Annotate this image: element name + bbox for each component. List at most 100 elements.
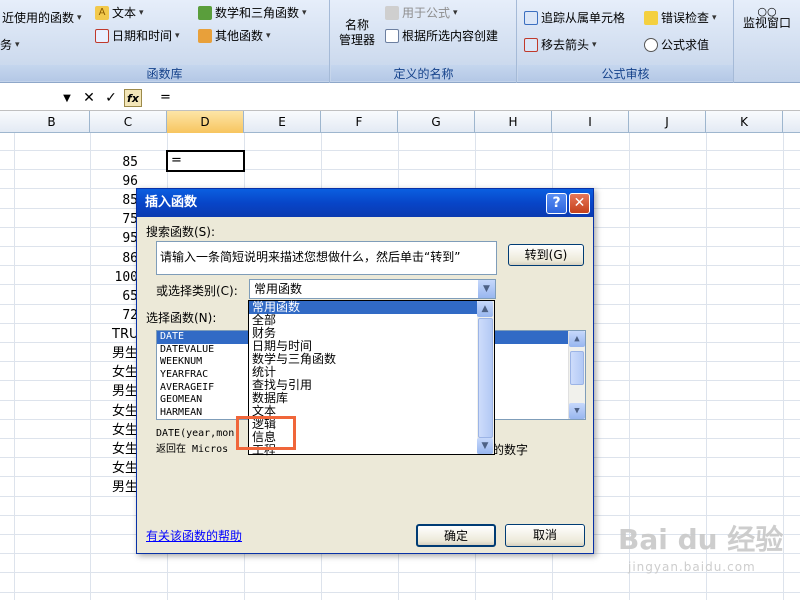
column-header-g[interactable]: G (398, 111, 475, 133)
go-button[interactable]: 转到(G) (508, 244, 584, 266)
function-description-tail: 的数字 (492, 443, 529, 457)
error-check-icon (644, 10, 658, 25)
watch-window-button[interactable]: ○○ 监视窗口 (736, 4, 798, 31)
finance-button[interactable]: 务 ▾ (0, 36, 20, 53)
datetime-functions-label: 日期和时间 (112, 29, 173, 43)
evaluate-formula-button[interactable]: 公式求值 (644, 36, 709, 53)
scroll-thumb[interactable] (570, 351, 584, 385)
cell-b-3[interactable]: 女生 (112, 364, 138, 382)
category-item[interactable]: 常用函数 (249, 301, 494, 314)
text-functions-label: 文本 (112, 6, 137, 20)
trace-arrow-icon (524, 10, 538, 25)
more-functions-icon (198, 28, 212, 43)
cell-c-9[interactable]: 72 (80, 307, 138, 325)
category-select[interactable]: 常用函数 ▼ (249, 279, 496, 299)
glasses-icon: ○○ (757, 5, 777, 18)
confirm-entry-icon[interactable]: ✓ (102, 89, 120, 107)
name-manager-line2: 管理器 (338, 33, 375, 47)
ribbon: 近使用的函数 ▾ 务 ▾ A 文本 ▾ 日期和时间 ▾ 数学和三角函数 ▾ 其他… (0, 0, 800, 83)
column-header-h[interactable]: H (475, 111, 552, 133)
text-functions-button[interactable]: A 文本 ▾ (95, 4, 144, 21)
ok-button[interactable]: 确定 (416, 524, 496, 547)
recent-functions-button[interactable]: 近使用的函数 ▾ (2, 9, 82, 26)
cell-b-2[interactable]: 男生 (112, 345, 138, 363)
cancel-button[interactable]: 取消 (505, 524, 585, 547)
other-functions-button[interactable]: 其他函数 ▾ (198, 27, 271, 44)
cancel-entry-icon[interactable]: ✕ (80, 89, 98, 107)
close-button[interactable]: ✕ (569, 193, 590, 214)
cell-c-6[interactable]: 86 (80, 250, 138, 268)
cell-b-1[interactable]: TRU (112, 326, 139, 344)
create-from-selection-button[interactable]: 根据所选内容创建 (385, 27, 498, 44)
evaluate-formula-label: 公式求值 (661, 38, 710, 52)
cell-b-8[interactable]: 女生 (112, 460, 138, 478)
cell-c-3[interactable]: 85 (80, 192, 138, 210)
create-from-selection-label: 根据所选内容创建 (402, 29, 499, 43)
chevron-down-icon: ▾ (15, 39, 20, 50)
function-list-scrollbar[interactable]: ▲ ▼ (568, 331, 585, 419)
cell-c-1[interactable]: 85 (80, 154, 138, 172)
function-library-caption: 函数库 (0, 65, 329, 81)
datetime-functions-button[interactable]: 日期和时间 ▾ (95, 27, 180, 44)
dialog-title[interactable]: 插入函数 (137, 189, 593, 217)
chevron-down-icon[interactable]: ▼ (478, 280, 495, 298)
chevron-down-icon: ▾ (453, 7, 458, 18)
cell-c-8[interactable]: 65 (80, 288, 138, 306)
scroll-down-icon[interactable]: ▼ (477, 438, 493, 454)
cell-c-2[interactable]: 96 (80, 173, 138, 191)
scroll-up-icon[interactable]: ▲ (477, 301, 493, 317)
name-manager-button[interactable]: 名称 管理器 (335, 18, 379, 48)
cell-b-9[interactable]: 男生 (112, 479, 138, 497)
remove-arrows-button[interactable]: 移去箭头 ▾ (524, 36, 597, 53)
insert-function-icon[interactable]: fx (124, 89, 142, 107)
category-item[interactable]: 全部 (249, 314, 494, 327)
highlight-annotation-box (236, 416, 296, 450)
chevron-down-icon: ▾ (712, 12, 717, 23)
active-cell-d[interactable]: = (166, 150, 245, 172)
help-button[interactable]: ? (546, 193, 567, 214)
recent-functions-label: 近使用的函数 (2, 11, 75, 25)
trace-dependents-label: 追踪从属单元格 (541, 11, 626, 25)
defined-names-caption: 定义的名称 (331, 65, 516, 81)
cell-c-5[interactable]: 95 (80, 230, 138, 248)
chevron-down-icon: ▾ (139, 7, 144, 18)
scroll-down-icon[interactable]: ▼ (569, 403, 585, 419)
baidu-watermark-logo: Bai du 经验 (618, 523, 784, 556)
category-item[interactable]: 数据库 (249, 392, 494, 405)
finance-label: 务 (0, 38, 13, 52)
column-header-c[interactable]: C (90, 111, 167, 133)
column-header-j[interactable]: J (629, 111, 706, 133)
function-signature: DATE(year,mon (156, 428, 235, 439)
category-scrollbar[interactable]: ▲ ▼ (477, 301, 494, 454)
category-label: 或选择类别(C): (156, 284, 238, 298)
search-function-input[interactable]: 请输入一条简短说明来描述您想做什么，然后单击“转到” (156, 241, 497, 275)
function-description: 返回在 Micros (156, 444, 229, 455)
cell-b-4[interactable]: 男生 (112, 383, 138, 401)
cell-c-4[interactable]: 75 (80, 211, 138, 229)
use-in-formula-label: 用于公式 (402, 6, 451, 20)
cell-c-7[interactable]: 100 (80, 269, 138, 287)
column-header-i[interactable]: I (552, 111, 629, 133)
function-help-link[interactable]: 有关该函数的帮助 (146, 527, 242, 544)
column-header-f[interactable]: F (321, 111, 398, 133)
grid-row-line (0, 591, 800, 593)
name-box-dropdown-icon[interactable]: ▼ (58, 89, 76, 107)
category-selected-value: 常用函数 (254, 282, 303, 296)
column-header-k[interactable]: K (706, 111, 783, 133)
cell-b-7[interactable]: 女生 (112, 441, 138, 459)
formula-input[interactable]: = (160, 90, 171, 105)
category-item[interactable]: 数学与三角函数 (249, 353, 494, 366)
column-header-b[interactable]: B (14, 111, 90, 133)
column-header-e[interactable]: E (244, 111, 321, 133)
math-trig-button[interactable]: 数学和三角函数 ▾ (198, 4, 307, 21)
use-in-formula-button[interactable]: 用于公式 ▾ (385, 4, 458, 21)
cell-b-6[interactable]: 女生 (112, 422, 138, 440)
scroll-up-icon[interactable]: ▲ (569, 331, 585, 347)
column-headers: B C D E F G H I J K (0, 111, 800, 133)
column-header-d[interactable]: D (167, 111, 244, 133)
remove-arrows-icon (524, 37, 538, 52)
scroll-thumb[interactable] (478, 318, 493, 438)
cell-b-5[interactable]: 女生 (112, 403, 138, 421)
error-checking-button[interactable]: 错误检查 ▾ (644, 9, 717, 26)
trace-dependents-button[interactable]: 追踪从属单元格 (524, 9, 625, 26)
